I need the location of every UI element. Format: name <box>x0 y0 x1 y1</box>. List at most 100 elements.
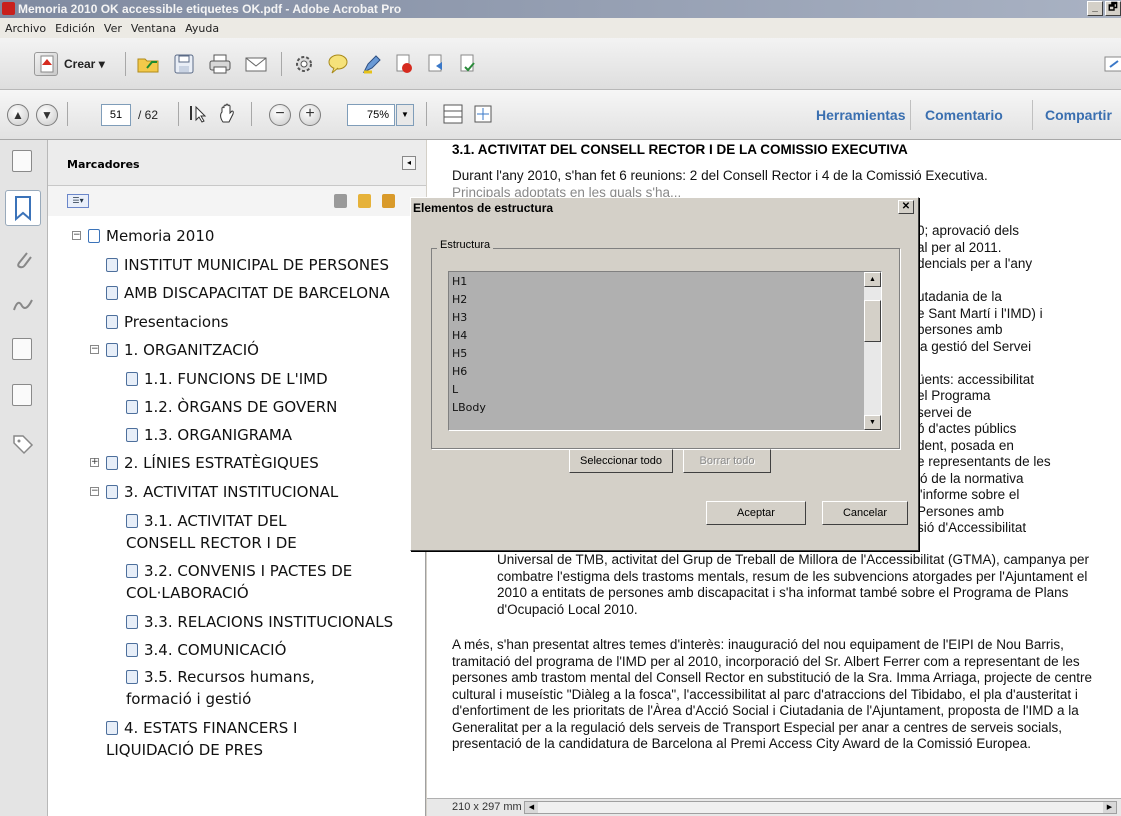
security-doc-icon[interactable] <box>392 52 416 76</box>
bookmark-item[interactable]: 4. ESTATS FINANCERS I LIQUIDACIÓ DE PRES <box>106 717 366 761</box>
herramientas-link[interactable]: Herramientas <box>816 107 906 123</box>
comment-icon[interactable] <box>326 52 350 76</box>
next-page-button[interactable]: ▼ <box>36 104 58 126</box>
tree-toggle[interactable]: − <box>72 231 81 240</box>
bookmark-item[interactable]: INSTITUT MUNICIPAL DE PERSONES <box>106 255 389 275</box>
bookmark-item[interactable]: − 3. ACTIVITAT INSTITUCIONAL <box>90 482 339 502</box>
bookmark-item[interactable]: 1.1. FUNCIONS DE L'IMD <box>126 369 328 389</box>
list-item[interactable]: H1 <box>452 275 467 288</box>
tree-toggle[interactable]: + <box>90 458 99 467</box>
covered-text-line: el Programa <box>917 388 991 403</box>
scroll-left-icon[interactable]: ◀ <box>525 802 538 813</box>
list-item[interactable]: H3 <box>452 311 467 324</box>
bookmarks-icon[interactable] <box>5 190 41 226</box>
menu-archivo[interactable]: Archivo <box>2 22 52 35</box>
scrollbar-thumb[interactable] <box>864 300 881 342</box>
zoom-out-button[interactable]: − <box>269 104 291 126</box>
navigation-toolbar: ▲ ▼ 51 / 62 − + 75% ▼ Herramientas Comen… <box>0 90 1121 140</box>
list-item[interactable]: L <box>452 383 458 396</box>
zoom-dropdown-icon[interactable]: ▼ <box>396 104 414 126</box>
list-item[interactable]: H4 <box>452 329 467 342</box>
comentario-link[interactable]: Comentario <box>925 107 1003 123</box>
bookmark-item[interactable]: 3.1. ACTIVITAT DEL CONSELL RECTOR I DE <box>126 510 356 554</box>
page-number-input[interactable]: 51 <box>101 104 131 126</box>
previous-page-button[interactable]: ▲ <box>7 104 29 126</box>
horizontal-scrollbar[interactable]: ◀ ▶ <box>524 801 1117 814</box>
ok-button[interactable]: Aceptar <box>706 501 806 525</box>
tree-toggle[interactable]: − <box>90 487 99 496</box>
bookmark-icon <box>126 514 138 528</box>
tags-icon[interactable] <box>12 432 34 455</box>
new-bookmark-icon[interactable] <box>358 194 371 208</box>
page-thumbnails-icon[interactable] <box>12 150 32 172</box>
menu-ver[interactable]: Ver <box>101 22 128 35</box>
bookmark-item[interactable]: AMB DISCAPACITAT DE BARCELONA <box>106 283 390 303</box>
bookmark-icon <box>126 428 138 442</box>
bookmark-label: 3.1. ACTIVITAT DEL CONSELL RECTOR I DE <box>126 512 297 552</box>
list-item[interactable]: H6 <box>452 365 467 378</box>
tree-toggle[interactable]: − <box>90 345 99 354</box>
bookmark-item[interactable]: 3.3. RELACIONS INSTITUCIONALS <box>126 612 393 632</box>
bookmark-item[interactable]: Presentacions <box>106 312 228 332</box>
menu-edicion[interactable]: Edición <box>52 22 101 35</box>
delete-bookmark-icon[interactable] <box>334 194 347 208</box>
bookmark-item[interactable]: 3.2. CONVENIS I PACTES DE COL·LABORACIÓ <box>126 560 356 604</box>
signatures-icon[interactable] <box>12 292 33 314</box>
email-icon[interactable] <box>244 52 268 76</box>
scroll-right-icon[interactable]: ▶ <box>1103 802 1116 813</box>
list-item[interactable]: LBody <box>452 401 486 414</box>
list-item[interactable]: H5 <box>452 347 467 360</box>
create-button[interactable]: Crear ▾ <box>64 57 105 71</box>
bookmark-icon <box>126 670 138 684</box>
toolbar-separator <box>178 102 179 126</box>
zoom-in-button[interactable]: + <box>299 104 321 126</box>
bookmark-options-button[interactable]: ☰▾ <box>67 194 89 208</box>
expand-icon[interactable] <box>1102 52 1121 76</box>
covered-text-line: l'informe sobre el <box>917 487 1020 502</box>
export-doc-icon[interactable] <box>424 52 448 76</box>
menu-ventana[interactable]: Ventana <box>128 22 182 35</box>
bookmark-item[interactable]: 3.5. Recursos humans, formació i gestió <box>126 666 356 710</box>
bookmark-item[interactable]: +2. LÍNIES ESTRATÈGIQUES <box>90 453 319 473</box>
open-folder-icon[interactable] <box>136 52 160 76</box>
bookmark-from-structure-icon[interactable] <box>382 194 395 208</box>
dialog-close-button[interactable]: ✕ <box>898 200 914 214</box>
content-structure-icon[interactable] <box>12 384 32 406</box>
toolbar-separator <box>251 102 252 126</box>
structure-listbox[interactable]: H1 H2 H3 H4 H5 H6 L LBody ▲ ▼ <box>448 271 882 431</box>
bookmark-item[interactable]: 1.2. ÒRGANS DE GOVERN <box>126 397 337 417</box>
menu-ayuda[interactable]: Ayuda <box>182 22 225 35</box>
attachments-icon[interactable] <box>12 247 32 269</box>
collapse-panel-icon[interactable]: ◂ <box>402 156 416 170</box>
clear-all-button[interactable]: Borrar todo <box>683 449 771 473</box>
bookmark-item[interactable]: − Memoria 2010 <box>72 226 214 246</box>
scroll-down-icon[interactable]: ▼ <box>864 415 881 430</box>
cancel-button[interactable]: Cancelar <box>822 501 908 525</box>
zoom-level-input[interactable]: 75% <box>347 104 395 126</box>
list-vertical-scrollbar[interactable]: ▲ ▼ <box>864 272 881 430</box>
hand-tool-icon[interactable] <box>216 102 240 126</box>
restore-button[interactable]: 🗗 <box>1105 1 1121 16</box>
bookmark-item[interactable]: 1.3. ORGANIGRAMA <box>126 425 292 445</box>
scroll-up-icon[interactable]: ▲ <box>864 272 881 287</box>
select-cursor-icon[interactable] <box>186 102 210 126</box>
navigation-rail <box>0 140 48 816</box>
bookmark-item[interactable]: − 1. ORGANITZACIÓ <box>90 340 259 360</box>
list-item[interactable]: H2 <box>452 293 467 306</box>
sign-doc-icon[interactable] <box>456 52 480 76</box>
document-layers-icon[interactable] <box>12 338 32 360</box>
bookmark-label: 3.3. RELACIONS INSTITUCIONALS <box>144 613 394 631</box>
settings-gear-icon[interactable] <box>292 52 316 76</box>
save-icon[interactable] <box>172 52 196 76</box>
window-titlebar[interactable]: Memoria 2010 OK accessible etiquetes OK.… <box>0 0 1121 18</box>
select-all-button[interactable]: Seleccionar todo <box>569 449 673 473</box>
compartir-link[interactable]: Compartir <box>1045 107 1112 123</box>
bookmark-label: 3. ACTIVITAT INSTITUCIONAL <box>124 483 339 501</box>
fit-page-icon[interactable] <box>471 102 495 126</box>
create-pdf-icon[interactable] <box>34 52 58 76</box>
fit-width-icon[interactable] <box>441 102 465 126</box>
minimize-button[interactable]: _ <box>1087 1 1103 16</box>
print-icon[interactable] <box>208 52 232 76</box>
highlight-pen-icon[interactable] <box>360 52 384 76</box>
bookmark-item[interactable]: 3.4. COMUNICACIÓ <box>126 640 286 660</box>
